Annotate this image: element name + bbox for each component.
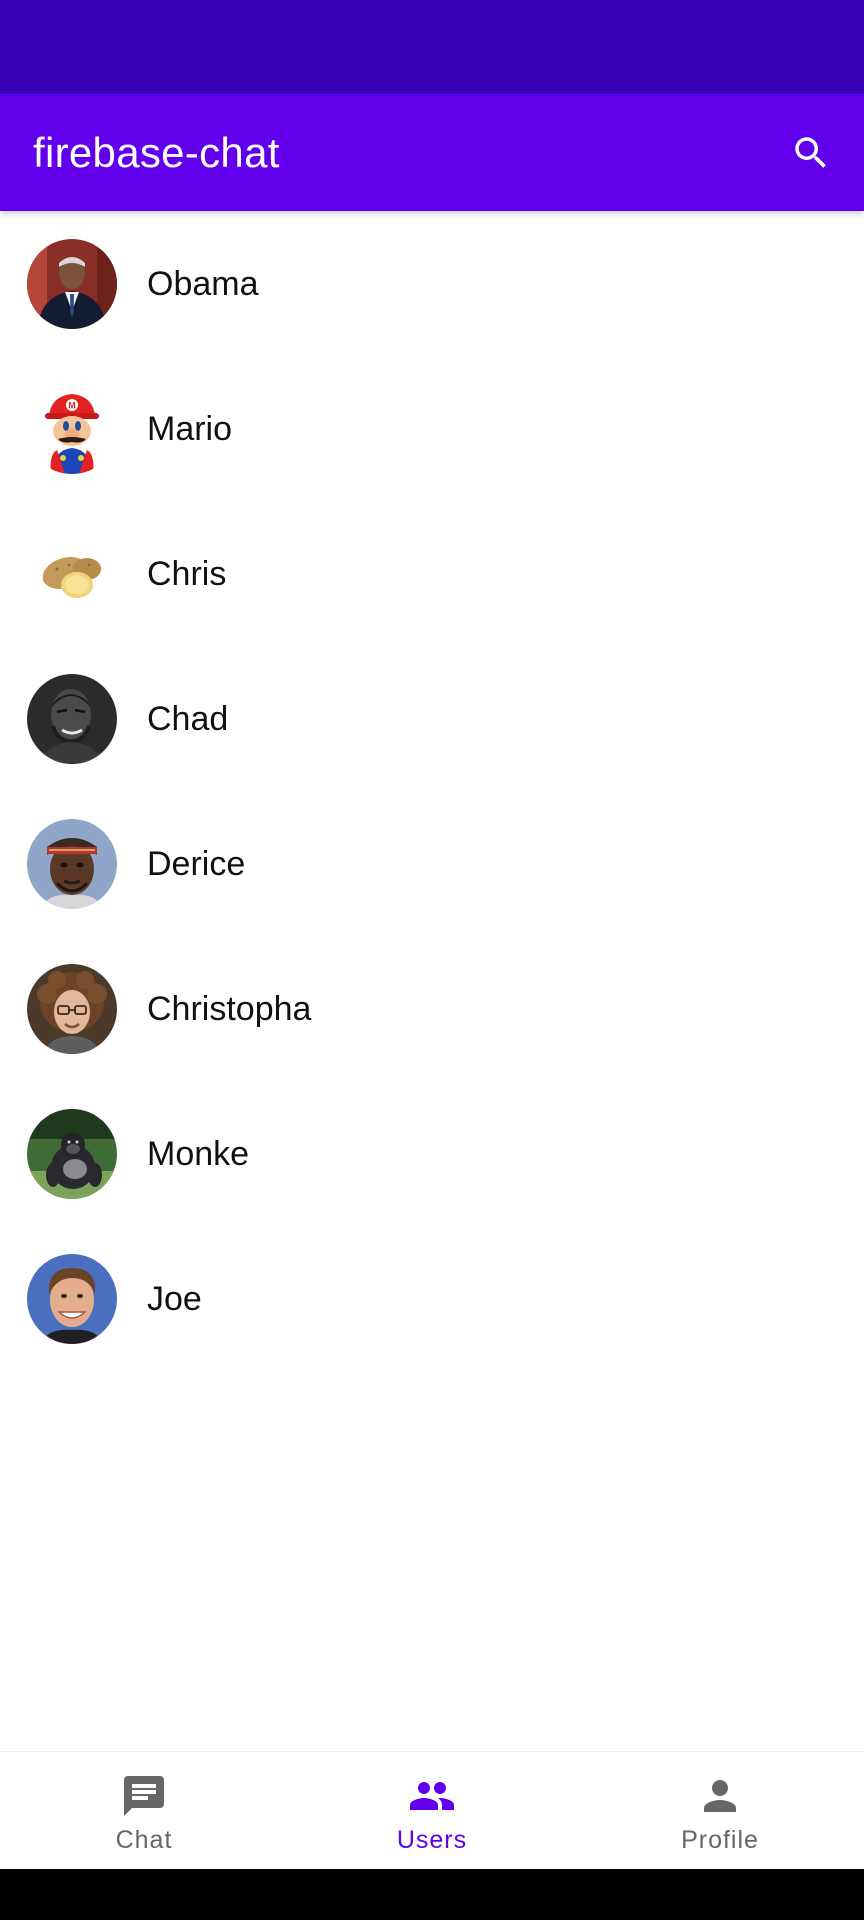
user-name: Obama — [147, 265, 259, 303]
screen: firebase-chat Obama M Mario Chris Chad D… — [0, 0, 864, 1920]
avatar-derice — [27, 819, 117, 909]
user-name: Joe — [147, 1280, 202, 1318]
user-row-mario[interactable]: M Mario — [0, 357, 864, 502]
nav-label-chat: Chat — [115, 1826, 173, 1854]
nav-label-profile: Profile — [681, 1826, 759, 1854]
nav-item-users[interactable]: Users — [288, 1752, 576, 1870]
user-name: Monke — [147, 1135, 250, 1173]
avatar-obama — [27, 239, 117, 329]
user-name: Derice — [147, 845, 246, 883]
avatar-christopha — [27, 964, 117, 1054]
svg-text:M: M — [68, 401, 76, 411]
nav-item-chat[interactable]: Chat — [0, 1752, 288, 1870]
user-row-christopha[interactable]: Christopha — [0, 937, 864, 1082]
user-row-joe[interactable]: Joe — [0, 1227, 864, 1372]
search-icon — [795, 137, 826, 168]
user-row-obama[interactable]: Obama — [0, 212, 864, 357]
chat-icon — [124, 1776, 164, 1816]
app-title: firebase-chat — [33, 129, 280, 176]
bottom-navigation: Chat Users Profile — [0, 1751, 864, 1870]
app-bar: firebase-chat — [0, 94, 864, 211]
user-row-derice[interactable]: Derice — [0, 792, 864, 937]
user-name: Christopha — [147, 990, 312, 1028]
user-name: Chris — [147, 555, 227, 593]
avatar-mario: M — [27, 384, 117, 474]
user-name: Chad — [147, 700, 229, 738]
user-row-chad[interactable]: Chad — [0, 647, 864, 792]
users-icon — [410, 1782, 454, 1810]
user-row-monke[interactable]: Monke — [0, 1082, 864, 1227]
search-button[interactable] — [786, 128, 836, 178]
avatar-joe — [27, 1254, 117, 1344]
profile-icon — [704, 1780, 736, 1812]
user-row-chris[interactable]: Chris — [0, 502, 864, 647]
avatar-chris — [27, 529, 117, 619]
avatar-monke — [27, 1109, 117, 1199]
user-name: Mario — [147, 410, 233, 448]
nav-label-users: Users — [396, 1826, 468, 1854]
nav-item-profile[interactable]: Profile — [576, 1752, 864, 1870]
user-list: Obama M Mario Chris Chad Derice Christop… — [0, 212, 864, 1372]
avatar-chad — [27, 674, 117, 764]
status-bar — [0, 0, 864, 94]
system-navigation-bar — [0, 1869, 864, 1920]
